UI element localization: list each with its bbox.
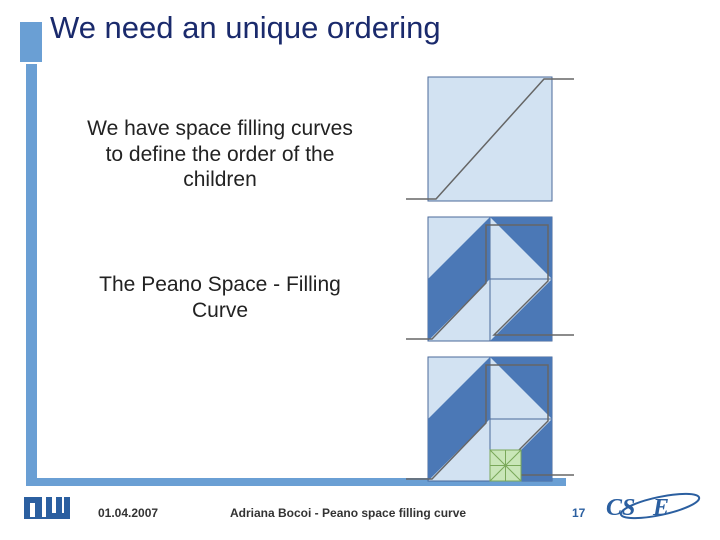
body-paragraph-2: The Peano Space - Filling Curve [75,272,365,323]
footer: 01.04.2007 Adriana Bocoi - Peano space f… [0,496,720,526]
page-number: 17 [572,506,585,520]
footer-author: Adriana Bocoi - Peano space filling curv… [230,506,466,520]
accent-block-top [20,22,42,62]
body-paragraph-1: We have space filling curves to define t… [80,116,360,193]
peano-level-2 [398,355,598,483]
peano-figure-stack [398,75,598,495]
footer-date: 01.04.2007 [98,506,158,520]
tum-logo-icon [22,495,70,526]
cse-logo-icon: CS E [606,491,702,526]
slide-title: We need an unique ordering [50,10,441,46]
peano-level-1 [398,215,598,343]
accent-bar-left [26,64,37,479]
peano-level-0 [398,75,598,203]
